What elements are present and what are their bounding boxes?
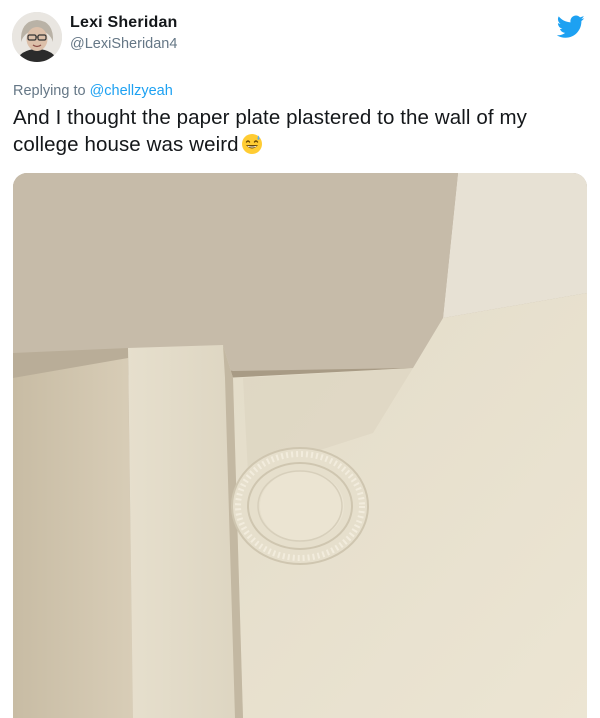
- tweet-photo[interactable]: [13, 173, 587, 718]
- avatar[interactable]: [12, 12, 62, 62]
- replying-prefix: Replying to: [13, 83, 90, 99]
- tweet-card: Lexi Sheridan @LexiSheridan4 Replying to…: [0, 0, 600, 718]
- replying-to-line: Replying to @chellzyeah: [13, 83, 173, 99]
- reply-mention-link[interactable]: @chellzyeah: [90, 83, 173, 99]
- tweet-text: And I thought the paper plate plastered …: [13, 104, 593, 158]
- author-name[interactable]: Lexi Sheridan: [70, 14, 178, 32]
- paper-plate: [231, 447, 369, 565]
- author-handle[interactable]: @LexiSheridan4: [70, 36, 177, 52]
- tweet-body: And I thought the paper plate plastered …: [13, 106, 527, 156]
- sweat-smile-emoji-icon: [241, 133, 263, 155]
- twitter-bird-icon[interactable]: [556, 15, 585, 39]
